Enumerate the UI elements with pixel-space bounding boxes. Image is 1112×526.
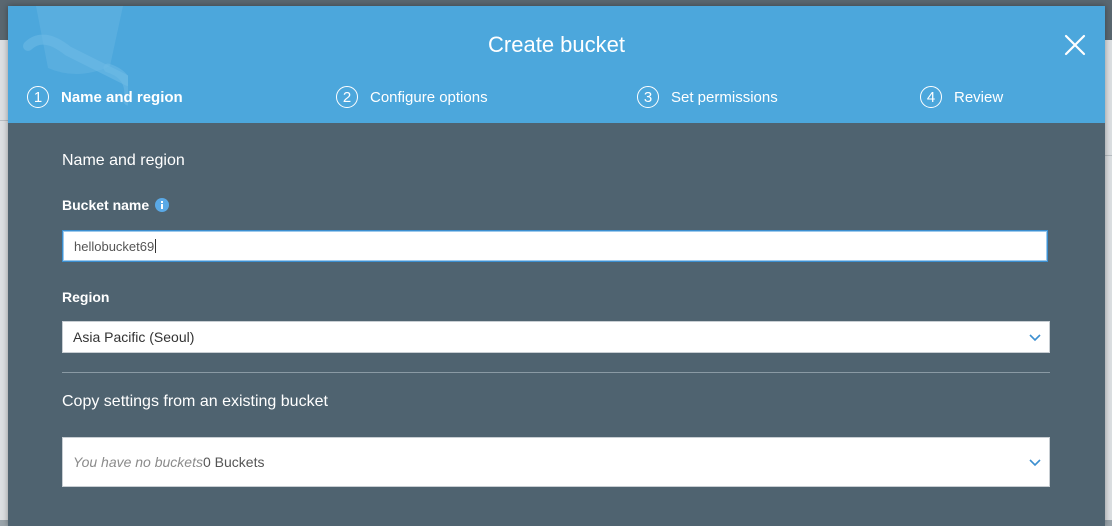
background-divider (1104, 155, 1112, 156)
chevron-down-icon (1029, 334, 1041, 342)
step-number: 3 (637, 86, 659, 108)
info-icon[interactable] (155, 198, 169, 212)
bucket-name-value: hellobucket69 (74, 238, 155, 254)
step-name-and-region[interactable]: 1 Name and region (27, 84, 183, 110)
chevron-down-icon (1029, 459, 1041, 467)
background-page-left (0, 40, 8, 520)
step-number: 1 (27, 86, 49, 108)
close-icon[interactable] (1063, 33, 1087, 57)
modal-title: Create bucket (488, 32, 625, 57)
step-label: Configure options (370, 88, 488, 106)
region-select[interactable]: Asia Pacific (Seoul) (62, 321, 1050, 353)
copy-settings-title: Copy settings from an existing bucket (62, 393, 328, 410)
section-title: Name and region (62, 152, 185, 169)
divider (62, 372, 1050, 373)
background-divider (0, 120, 8, 121)
copy-settings-select[interactable]: You have no buckets 0 Buckets (62, 437, 1050, 487)
step-review[interactable]: 4 Review (920, 84, 1003, 110)
text-caret (155, 239, 157, 253)
step-number: 2 (336, 86, 358, 108)
copy-settings-placeholder: You have no buckets (73, 454, 203, 470)
modal-header: Create bucket 1 Name and region 2 Config… (8, 6, 1105, 123)
bucket-count: 0 Buckets (203, 454, 265, 470)
region-label: Region (62, 289, 110, 305)
step-label: Set permissions (671, 88, 778, 106)
step-number: 4 (920, 86, 942, 108)
step-label: Review (954, 88, 1004, 106)
bucket-name-input[interactable]: hellobucket69 (62, 230, 1048, 262)
background-page-right (1104, 40, 1112, 520)
step-configure-options[interactable]: 2 Configure options (336, 84, 488, 110)
bucket-name-label: Bucket name (62, 197, 150, 213)
create-bucket-modal: Create bucket 1 Name and region 2 Config… (8, 6, 1105, 526)
step-set-permissions[interactable]: 3 Set permissions (637, 84, 778, 110)
step-label: Name and region (61, 88, 183, 106)
region-value: Asia Pacific (Seoul) (73, 329, 195, 345)
